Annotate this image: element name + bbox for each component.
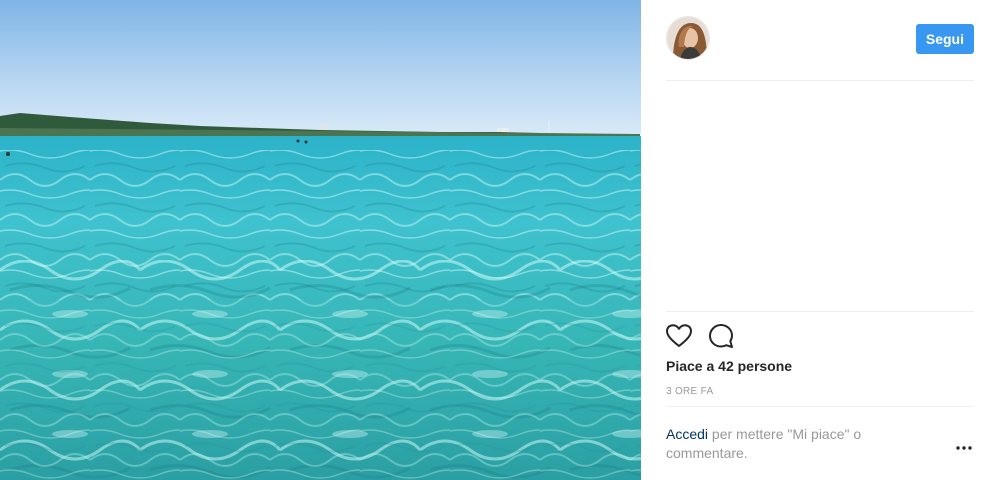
comment-button[interactable] (707, 322, 735, 350)
post-timestamp[interactable]: 3 ORE FA (666, 386, 713, 397)
post-side-panel: Segui Piace a 42 persone 3 ORE FA Accedi… (641, 0, 996, 480)
post-header: Segui (666, 16, 974, 64)
login-link[interactable]: Accedi (666, 426, 708, 442)
comment-icon (709, 324, 733, 348)
login-prompt: Accedi per mettere "Mi piace" o commenta… (666, 425, 906, 463)
header-divider (666, 80, 974, 81)
post-actions (665, 322, 735, 352)
likes-count[interactable]: Piace a 42 persone (666, 358, 792, 374)
follow-button[interactable]: Segui (915, 24, 974, 54)
post-photo[interactable] (0, 0, 641, 480)
like-button[interactable] (665, 322, 693, 350)
heart-icon (666, 324, 692, 347)
instagram-post: Segui Piace a 42 persone 3 ORE FA Accedi… (0, 0, 996, 480)
sea-photo-image (0, 0, 641, 480)
actions-divider (666, 311, 974, 312)
comments-divider (666, 406, 974, 407)
more-options-icon (956, 446, 972, 450)
avatar-image (667, 17, 709, 59)
more-options-button[interactable] (954, 438, 974, 458)
avatar[interactable] (666, 16, 710, 60)
